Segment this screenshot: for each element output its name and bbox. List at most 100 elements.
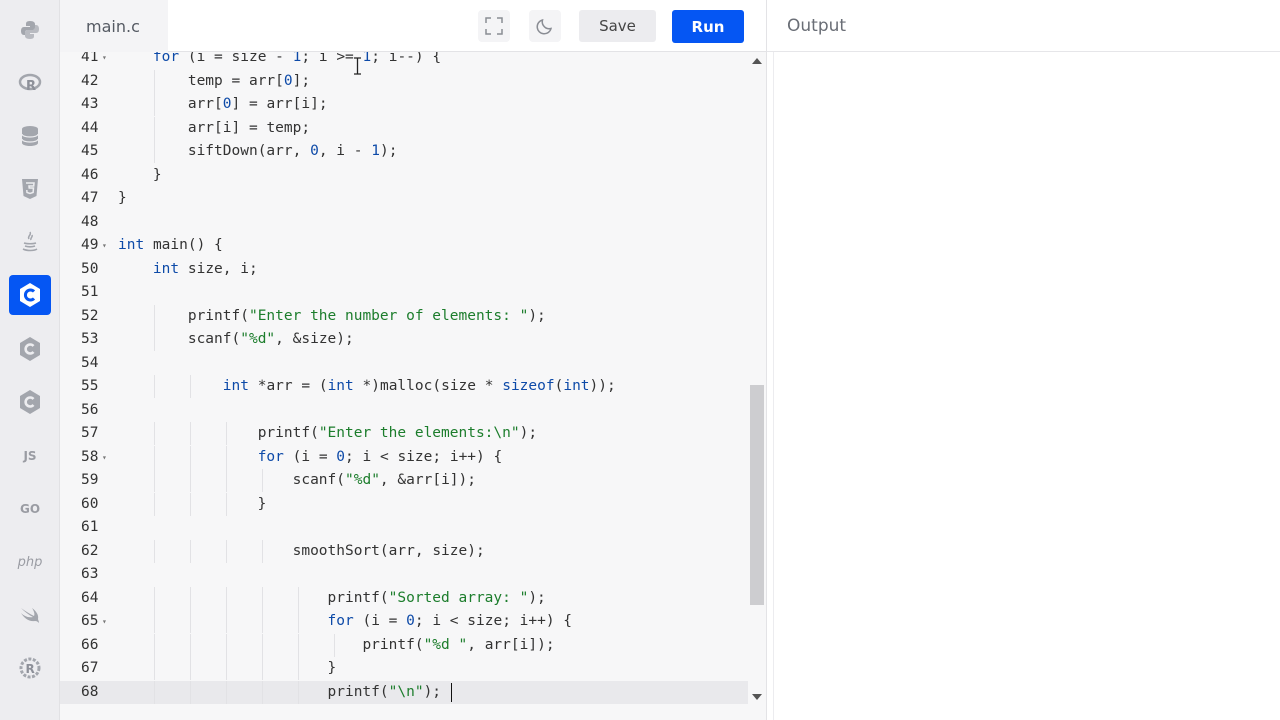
- code-text: int *arr = (int *)malloc(size * sizeof(i…: [222, 378, 616, 394]
- indent-guide: [298, 586, 299, 610]
- fullscreen-button[interactable]: [478, 10, 510, 42]
- code-line[interactable]: 43 arr[0] = arr[i];: [60, 93, 748, 116]
- language-csharp-button[interactable]: [9, 382, 51, 422]
- indent-guide: [262, 633, 263, 657]
- indent-guide: [262, 657, 263, 680]
- code-line[interactable]: 63: [60, 563, 748, 586]
- language-python-button[interactable]: [9, 10, 51, 50]
- code-text: }: [118, 495, 267, 512]
- indent-guide: [154, 69, 155, 93]
- code-line[interactable]: 58 ▾ for (i = 0; i < size; i++) {: [60, 445, 748, 469]
- save-button[interactable]: Save: [579, 10, 656, 42]
- line-number: 56: [81, 401, 99, 418]
- line-number: 59: [81, 472, 99, 488]
- code-line[interactable]: 54: [60, 352, 748, 375]
- language-js-button[interactable]: JS: [9, 436, 51, 476]
- code-line[interactable]: 53 scanf("%d", &size);: [60, 328, 748, 351]
- code-line[interactable]: 46 }: [60, 164, 748, 187]
- indent-guide: [154, 657, 155, 680]
- indent-guide: [154, 469, 155, 492]
- code-line[interactable]: 60 }: [60, 492, 748, 516]
- language-java-button[interactable]: [9, 222, 51, 262]
- indent-guide: [154, 492, 155, 516]
- indent-guide: [190, 586, 191, 610]
- language-r-button[interactable]: R: [9, 63, 51, 103]
- code-line[interactable]: 42 temp = arr[0];: [60, 69, 748, 93]
- indent-guide: [262, 610, 263, 633]
- code-line[interactable]: 59 scanf("%d", &arr[i]);: [60, 469, 748, 492]
- indent-guide: [154, 445, 155, 469]
- java-icon: [20, 230, 40, 254]
- code-text: }: [118, 190, 127, 206]
- dark-mode-button[interactable]: [529, 10, 561, 42]
- code-text: printf("\n");: [327, 683, 442, 700]
- code-line[interactable]: 48: [60, 211, 748, 234]
- code-line[interactable]: 65 ▾ for (i = 0; i < size; i++) {: [60, 610, 748, 633]
- code-line[interactable]: 67 }: [60, 657, 748, 680]
- line-number: 47: [81, 190, 99, 206]
- fold-toggle-icon[interactable]: ▾: [102, 610, 107, 633]
- code-line[interactable]: 56: [60, 399, 748, 422]
- fold-toggle-icon[interactable]: ▾: [102, 234, 107, 257]
- indent-guide: [226, 469, 227, 492]
- code-line[interactable]: 64 printf("Sorted array: ");: [60, 586, 748, 610]
- text-caret: [451, 682, 452, 702]
- code-line[interactable]: 44 arr[i] = temp;: [60, 116, 748, 140]
- file-tab-main-c[interactable]: main.c: [60, 0, 168, 52]
- code-line[interactable]: 49 ▾ int main() {: [60, 234, 748, 257]
- code-text: printf("Enter the number of elements: ")…: [187, 307, 546, 324]
- run-button[interactable]: Run: [672, 10, 744, 43]
- svg-text:R: R: [26, 79, 36, 94]
- language-php-button[interactable]: php: [9, 542, 51, 582]
- scroll-down-arrow[interactable]: [752, 694, 762, 700]
- code-text: printf("%d ", arr[i]);: [362, 636, 555, 653]
- code-line[interactable]: 50 int size, i;: [60, 258, 748, 281]
- code-line[interactable]: 55 int *arr = (int *)malloc(size * sizeo…: [60, 375, 748, 398]
- code-editor[interactable]: 41 ▾ for (i = size - 1; i >= 1; i--) {42 …: [60, 52, 766, 720]
- code-text: printf("Enter the elements:\n");: [257, 425, 538, 441]
- go-icon: GO: [19, 502, 41, 516]
- scrollbar-thumb[interactable]: [750, 385, 764, 605]
- indent-guide: [154, 586, 155, 610]
- code-line[interactable]: 51: [60, 281, 748, 304]
- language-go-button[interactable]: GO: [9, 489, 51, 529]
- code-line[interactable]: 52 printf("Enter the number of elements:…: [60, 304, 748, 328]
- line-number: 66: [81, 636, 99, 653]
- code-line[interactable]: 47}: [60, 187, 748, 210]
- language-swift-button[interactable]: [9, 595, 51, 635]
- code-line[interactable]: 62 smoothSort(arr, size);: [60, 539, 748, 563]
- scroll-up-arrow[interactable]: [752, 58, 762, 64]
- code-line[interactable]: 57 printf("Enter the elements:\n");: [60, 422, 748, 445]
- indent-guide: [226, 445, 227, 469]
- line-number: 46: [81, 166, 99, 183]
- indent-guide: [262, 680, 263, 704]
- indent-guide: [190, 633, 191, 657]
- code-text: printf("Sorted array: ");: [327, 589, 546, 606]
- indent-guide: [154, 116, 155, 140]
- fold-toggle-icon[interactable]: ▾: [102, 446, 107, 469]
- r-icon: R: [18, 72, 42, 94]
- language-database-button[interactable]: [9, 116, 51, 156]
- editor-scrollbar[interactable]: [748, 52, 766, 708]
- indent-guide: [154, 610, 155, 633]
- indent-guide: [154, 422, 155, 445]
- code-line[interactable]: 61: [60, 516, 748, 539]
- indent-guide: [226, 657, 227, 680]
- language-c-button[interactable]: [9, 275, 51, 315]
- indent-guide: [226, 680, 227, 704]
- code-line[interactable]: 66 printf("%d ", arr[i]);: [60, 633, 748, 657]
- language-cpp-button[interactable]: [9, 329, 51, 369]
- fullscreen-icon: [485, 17, 503, 35]
- line-number: 54: [81, 354, 99, 371]
- code-text: for (i = size - 1; i >= 1; i--) {: [152, 52, 442, 65]
- output-console[interactable]: [773, 52, 1280, 720]
- indent-guide: [298, 657, 299, 680]
- indent-guide: [334, 633, 335, 657]
- code-line[interactable]: 68 printf("\n");: [60, 680, 748, 704]
- code-line[interactable]: 41 ▾ for (i = size - 1; i >= 1; i--) {: [60, 52, 748, 69]
- code-line[interactable]: 45 siftDown(arr, 0, i - 1);: [60, 140, 748, 163]
- fold-toggle-icon[interactable]: ▾: [102, 52, 107, 69]
- language-rust-button[interactable]: R: [9, 648, 51, 688]
- line-number: 61: [81, 519, 99, 535]
- language-html5-button[interactable]: [9, 169, 51, 209]
